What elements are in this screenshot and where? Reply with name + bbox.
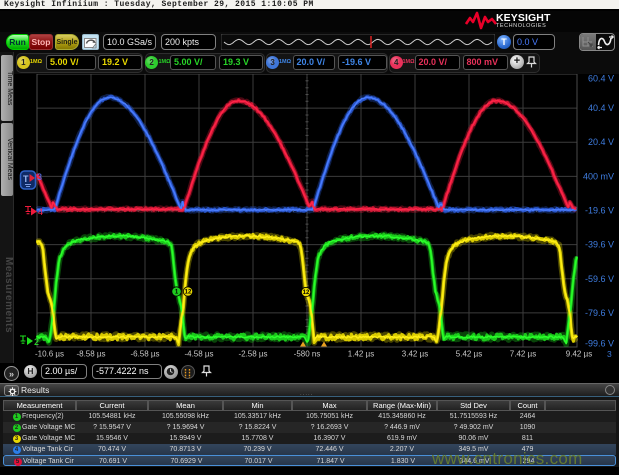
svg-text:400 mV: 400 mV (583, 171, 614, 181)
svg-text:7.42 µs: 7.42 µs (510, 350, 536, 359)
svg-text:-79.6 V: -79.6 V (585, 308, 614, 318)
svg-text:-19.6 V: -19.6 V (585, 206, 614, 216)
svg-text:4: 4 (38, 207, 43, 217)
svg-text:12: 12 (185, 290, 192, 296)
svg-text:40.4 V: 40.4 V (588, 103, 614, 113)
svg-text:12: 12 (303, 290, 310, 296)
svg-text:-99.6 V: -99.6 V (585, 339, 614, 349)
svg-text:-2.58 µs: -2.58 µs (238, 350, 267, 359)
svg-text:-59.6 V: -59.6 V (585, 274, 614, 284)
svg-text:5.42 µs: 5.42 µs (456, 350, 482, 359)
svg-text:3.42 µs: 3.42 µs (402, 350, 428, 359)
svg-text:-39.6 V: -39.6 V (585, 240, 614, 250)
svg-text:20.4 V: 20.4 V (588, 137, 614, 147)
svg-text:T: T (23, 174, 29, 184)
svg-text:1.42 µs: 1.42 µs (348, 350, 374, 359)
svg-text:9.42 µs: 9.42 µs (566, 350, 592, 359)
svg-text:-8.58 µs: -8.58 µs (76, 350, 105, 359)
svg-text:3: 3 (37, 172, 42, 182)
svg-text:-580 ns: -580 ns (294, 350, 321, 359)
svg-text:2: 2 (34, 337, 39, 347)
svg-text:3: 3 (607, 349, 612, 359)
svg-text:-6.58 µs: -6.58 µs (130, 350, 159, 359)
svg-text:-10.6 µs: -10.6 µs (35, 350, 64, 359)
svg-text:-4.58 µs: -4.58 µs (184, 350, 213, 359)
svg-text:60.4 V: 60.4 V (588, 74, 614, 84)
